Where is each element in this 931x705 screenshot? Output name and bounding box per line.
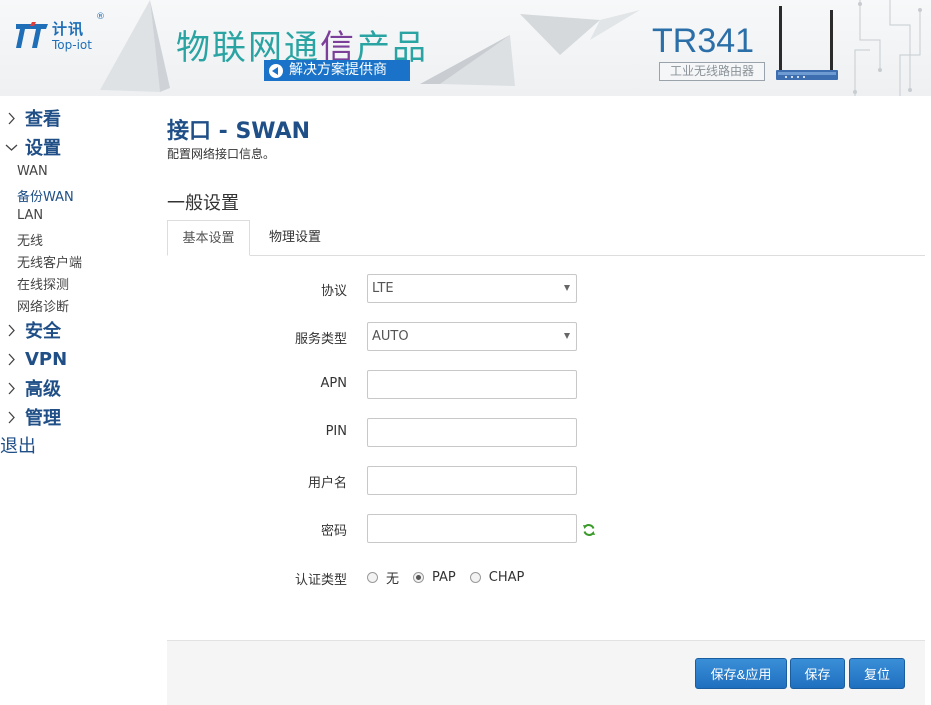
- sidebar-item-view[interactable]: 查看: [0, 104, 160, 132]
- sidebar-item-label: 查看: [25, 109, 61, 130]
- password-input[interactable]: [367, 514, 577, 543]
- product-subtitle: 工业无线路由器: [659, 62, 765, 81]
- auth-radio-pap[interactable]: [413, 572, 425, 583]
- caret-down-icon: [564, 333, 570, 339]
- sidebar-subitem-online-detect[interactable]: 在线探测: [17, 274, 69, 293]
- tab-bar-divider: [167, 255, 925, 256]
- logo-registered-mark: ®: [96, 12, 105, 22]
- apn-label: APN: [320, 376, 347, 391]
- page-title: 接口 - SWAN: [167, 119, 311, 144]
- sidebar-subitem-backup-wan[interactable]: 备份WAN: [17, 186, 74, 205]
- banner-tag: 解决方案提供商: [264, 60, 410, 81]
- sidebar-item-admin[interactable]: 管理: [0, 403, 160, 431]
- sidebar-subitem-lan[interactable]: LAN: [17, 208, 43, 223]
- play-icon: [269, 63, 283, 78]
- banner-tag-text: 解决方案提供商: [289, 62, 387, 78]
- sidebar-item-label: VPN: [25, 348, 68, 370]
- service-type-label: 服务类型: [294, 332, 347, 347]
- chevron-right-icon: [1, 112, 21, 125]
- sidebar-subitem-wan[interactable]: WAN: [17, 164, 48, 179]
- circuit-decoration: [853, 0, 922, 96]
- logo-text-cn: 计讯: [52, 20, 85, 38]
- tab-basic-settings[interactable]: 基本设置: [167, 220, 250, 256]
- auth-radio-chap[interactable]: [469, 572, 481, 583]
- logout-link[interactable]: 退出: [0, 432, 36, 458]
- reset-button[interactable]: 复位: [849, 658, 905, 689]
- sidebar-item-label: 管理: [25, 408, 61, 429]
- sidebar-item-security[interactable]: 安全: [0, 316, 160, 344]
- auth-radio-none-label: 无: [386, 572, 400, 587]
- protocol-select[interactable]: LTE: [367, 274, 577, 303]
- sidebar-item-label: 安全: [25, 321, 61, 342]
- sidebar-subitem-wireless[interactable]: 无线: [17, 230, 43, 249]
- router-image-icon: [776, 6, 838, 80]
- page-description: 配置网络接口信息。: [167, 147, 276, 161]
- refresh-reveal-icon[interactable]: [582, 523, 596, 537]
- sidebar: 查看 设置 WAN 备份WAN LAN 无线 无线客户端 在线探测 网络诊断 安…: [0, 96, 160, 704]
- service-type-select[interactable]: AUTO: [367, 322, 577, 351]
- sidebar-item-label: 设置: [25, 138, 61, 159]
- chevron-right-icon: [1, 382, 21, 395]
- pin-input[interactable]: [367, 418, 577, 447]
- auth-type-radio-group: 无 PAP CHAP: [367, 568, 538, 587]
- tab-physical-settings[interactable]: 物理设置: [253, 220, 337, 255]
- auth-type-label: 认证类型: [294, 573, 347, 588]
- auth-radio-none[interactable]: [367, 572, 378, 583]
- sidebar-item-label: 高级: [25, 379, 61, 400]
- chevron-right-icon: [1, 411, 21, 424]
- sidebar-item-vpn[interactable]: VPN: [0, 345, 160, 373]
- sidebar-item-settings[interactable]: 设置: [0, 133, 160, 161]
- save-apply-button[interactable]: 保存&应用: [695, 658, 787, 689]
- sidebar-subitem-wireless-client[interactable]: 无线客户端: [17, 252, 82, 271]
- product-model: TR341: [652, 22, 755, 60]
- chevron-right-icon: [1, 324, 21, 337]
- username-label: 用户名: [307, 476, 347, 491]
- logo-text-en: Top-iot: [52, 38, 92, 52]
- service-type-value: AUTO: [372, 329, 409, 344]
- auth-radio-pap-label: PAP: [432, 570, 456, 585]
- password-label: 密码: [320, 524, 347, 539]
- sidebar-subitem-network-diag[interactable]: 网络诊断: [17, 296, 69, 315]
- apn-input[interactable]: [367, 370, 577, 399]
- protocol-label: 协议: [320, 284, 347, 299]
- username-input[interactable]: [367, 466, 577, 495]
- section-title: 一般设置: [167, 193, 239, 214]
- pin-label: PIN: [325, 424, 347, 439]
- protocol-value: LTE: [372, 281, 394, 296]
- header-banner: 计讯 ® Top-iot 物联网通信产品 解决方案提供商 TR341 工业无线路…: [0, 0, 931, 96]
- chevron-right-icon: [1, 353, 21, 366]
- caret-down-icon: [564, 285, 570, 291]
- logo-icon: [16, 22, 48, 48]
- chevron-down-icon: [1, 143, 21, 152]
- sidebar-item-advanced[interactable]: 高级: [0, 374, 160, 402]
- auth-radio-chap-label: CHAP: [488, 570, 525, 585]
- save-button[interactable]: 保存: [790, 658, 845, 689]
